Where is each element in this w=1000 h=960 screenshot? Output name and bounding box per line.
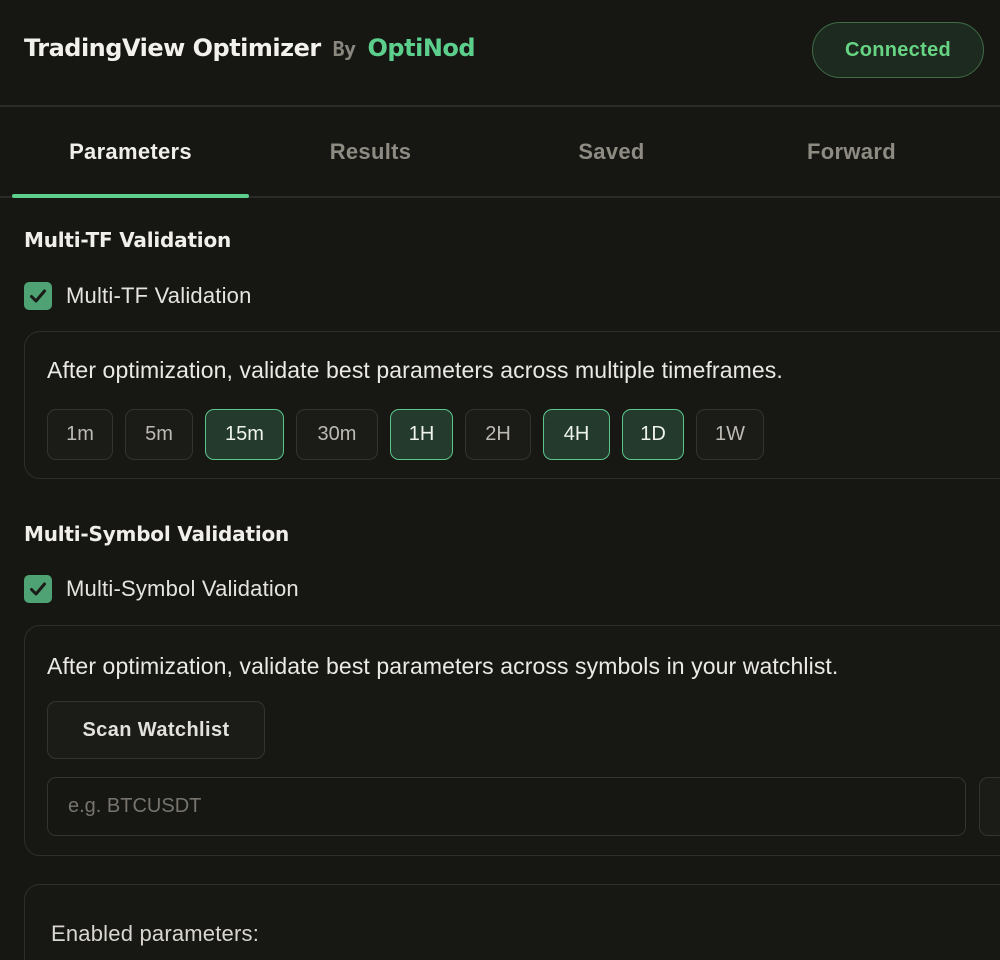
tab-forward[interactable]: Forward [733,107,970,196]
multi-symbol-checkbox-row[interactable]: Multi-Symbol Validation [24,574,299,604]
tab-parameters[interactable]: Parameters [12,107,249,198]
multi-symbol-section-title: Multi-Symbol Validation [24,522,290,546]
multi-tf-checkbox[interactable] [24,282,52,310]
company-name: OptiNod [367,34,476,62]
connection-status-badge: Connected [812,22,984,78]
multi-tf-section-title: Multi-TF Validation [24,228,232,252]
enabled-parameters-label: Enabled parameters: [51,921,260,946]
multi-tf-description: After optimization, validate best parame… [47,357,783,383]
app-title: TradingView Optimizer By OptiNod [24,34,476,62]
timeframe-4h-button[interactable]: 4H [543,409,610,460]
timeframe-15m-button[interactable]: 15m [205,409,284,460]
multi-symbol-description: After optimization, validate best parame… [47,653,839,679]
tab-results[interactable]: Results [252,107,489,196]
timeframe-1w-button[interactable]: 1W [696,409,764,460]
tab-saved[interactable]: Saved [493,107,730,196]
timeframe-2h-button[interactable]: 2H [465,409,531,460]
timeframe-30m-button[interactable]: 30m [296,409,378,460]
multi-symbol-checkbox-label: Multi-Symbol Validation [66,576,299,601]
multi-tf-panel: After optimization, validate best parame… [24,331,1000,479]
symbol-input[interactable] [47,777,966,836]
timeframe-1h-button[interactable]: 1H [390,409,453,460]
add-symbol-button[interactable] [979,777,1000,836]
timeframe-1d-button[interactable]: 1D [622,409,684,460]
checkmark-icon [30,582,46,596]
multi-tf-checkbox-row[interactable]: Multi-TF Validation [24,281,252,311]
timeframe-selector: 1m 5m 15m 30m 1H 2H 4H 1D 1W [47,409,776,460]
tab-bar: Parameters Results Saved Forward [0,107,1000,198]
app-name: TradingView Optimizer [24,34,321,62]
checkmark-icon [30,289,46,303]
multi-tf-checkbox-label: Multi-TF Validation [66,283,252,308]
by-label: By [332,37,357,61]
app-header: TradingView Optimizer By OptiNod Connect… [0,0,1000,107]
timeframe-5m-button[interactable]: 5m [125,409,193,460]
multi-symbol-checkbox[interactable] [24,575,52,603]
timeframe-1m-button[interactable]: 1m [47,409,113,460]
scan-watchlist-button[interactable]: Scan Watchlist [47,701,265,759]
enabled-parameters-panel: Enabled parameters: [24,884,1000,960]
multi-symbol-panel: After optimization, validate best parame… [24,625,1000,856]
